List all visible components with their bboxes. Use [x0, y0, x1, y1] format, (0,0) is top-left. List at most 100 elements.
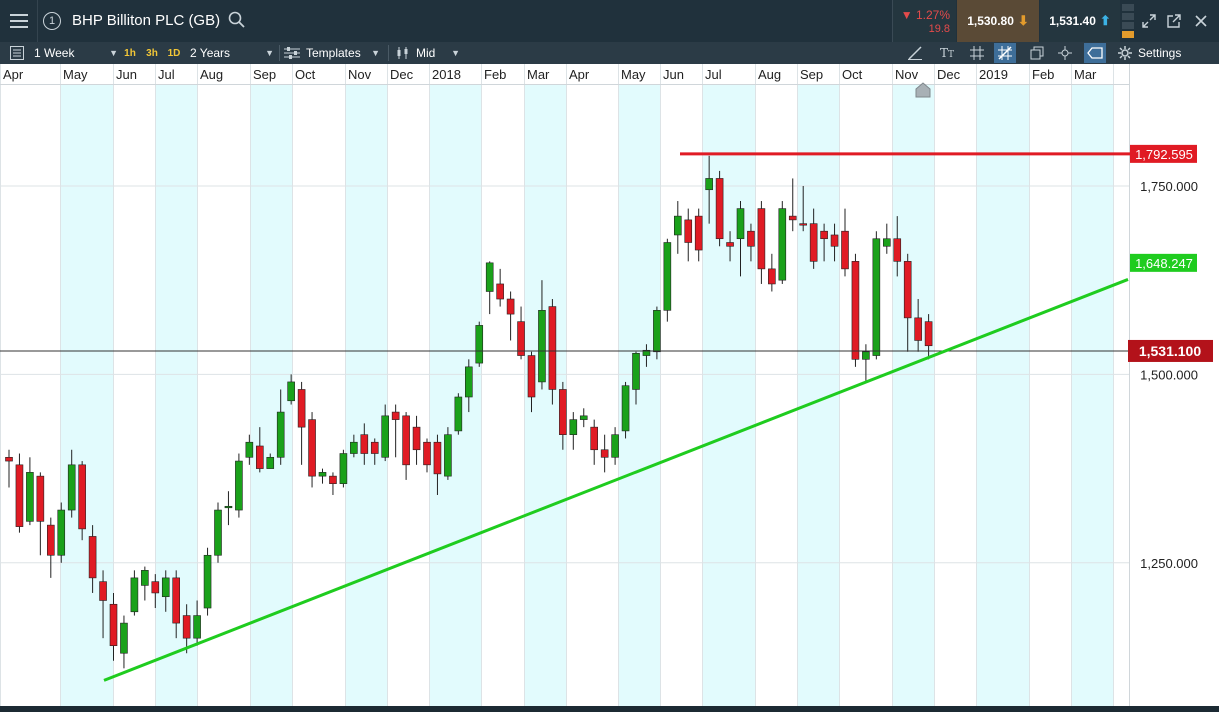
templates-label: Templates	[306, 46, 361, 60]
candle-up	[611, 427, 619, 465]
quick-1h-button[interactable]: 1h	[120, 44, 140, 62]
candle-body	[673, 215, 682, 236]
draw-line-icon[interactable]	[904, 43, 926, 63]
range-dropdown[interactable]: 2 Years ▼	[190, 42, 274, 64]
candle-down	[496, 268, 504, 307]
instrument-list-icon[interactable]	[6, 42, 28, 64]
candle-body	[621, 385, 630, 432]
candle-body	[350, 441, 358, 454]
candle-body	[579, 415, 588, 420]
candle-body	[161, 577, 170, 598]
candlestick-icon	[397, 47, 408, 59]
time-axis-label: Apr	[3, 67, 24, 82]
quick-1d-button[interactable]: 1D	[164, 44, 184, 62]
candle-body	[788, 215, 797, 221]
candle-up	[120, 615, 128, 669]
candle-body	[99, 581, 107, 601]
trendline-price-tag-text: 1,648.247	[1135, 256, 1193, 271]
candle-body	[402, 415, 410, 466]
candle-body	[464, 366, 473, 398]
candle-down	[402, 412, 410, 480]
candle-up	[26, 457, 34, 526]
time-axis-labels: Apr May Jun Jul Aug Sep Oct Nov Dec 2018 Feb Mar Apr…	[3, 67, 1097, 82]
current-price-tag: 1,531.100	[1128, 339, 1213, 362]
templates-dropdown[interactable]: Templates ▼	[284, 42, 380, 64]
candle-body	[851, 261, 860, 360]
candle-body	[809, 223, 818, 262]
popout-icon[interactable]	[1162, 0, 1186, 42]
candle-body	[182, 615, 191, 639]
time-axis-label: Oct	[842, 67, 863, 82]
search-icon[interactable]	[228, 11, 246, 29]
sell-price-button[interactable]: 1,530.80 ⬇	[957, 0, 1039, 42]
instrument-name[interactable]: BHP Billiton PLC (GB)	[72, 12, 220, 29]
candle-body	[433, 441, 442, 475]
candle-body	[203, 554, 212, 609]
time-axis-label: Aug	[758, 67, 781, 82]
time-axis-label: Aug	[200, 67, 223, 82]
candle-body	[255, 445, 264, 469]
candle-body	[360, 434, 369, 454]
period-dropdown[interactable]: 1 Week ▼	[34, 42, 118, 64]
maximize-icon[interactable]	[1138, 0, 1160, 42]
candle-body	[46, 524, 55, 556]
candle-down	[297, 381, 306, 465]
candle-body	[224, 505, 233, 509]
buy-price-button[interactable]: 1,531.40 ⬆	[1040, 0, 1120, 42]
grid-icon[interactable]	[966, 43, 988, 63]
time-axis-label: Nov	[348, 67, 372, 82]
candle-body	[120, 622, 128, 654]
time-axis-label: Dec	[390, 67, 414, 82]
candle-down	[5, 449, 13, 488]
candle-body	[903, 261, 912, 319]
candle-down	[506, 291, 515, 341]
chevron-down-icon: ▼	[109, 48, 118, 58]
candle-down	[329, 472, 337, 495]
change-percent: ▼ 1.27%	[900, 8, 950, 22]
price-type-label: Mid	[416, 46, 436, 60]
info-badge-icon[interactable]: 1	[38, 0, 66, 42]
templates-icon	[284, 47, 300, 59]
quick-3h-button[interactable]: 3h	[142, 44, 162, 62]
tag-icon[interactable]	[1084, 43, 1106, 63]
candle-body	[506, 298, 515, 315]
chevron-down-icon: ▼	[371, 48, 380, 58]
candle-up	[339, 449, 348, 488]
close-icon[interactable]	[1190, 0, 1212, 42]
candle-body	[757, 208, 766, 270]
time-axis-label: Oct	[295, 67, 316, 82]
candle-body	[276, 411, 285, 458]
candle-body	[141, 570, 149, 586]
settings-button[interactable]: Settings	[1118, 42, 1214, 64]
price-type-dropdown[interactable]: Mid ▼	[396, 42, 460, 64]
hamburger-menu-icon[interactable]	[0, 0, 38, 42]
crosshair-grid-icon[interactable]	[994, 43, 1016, 63]
candle-body	[193, 615, 201, 639]
chart-toolbar: 1 Week ▼ 1h 3h 1D 2 Years ▼ Templates ▼ …	[0, 42, 1219, 64]
candle-body	[214, 509, 222, 556]
down-arrow-icon: ⬇	[1017, 13, 1029, 28]
candle-body	[590, 426, 599, 451]
time-axis-label: 2018	[432, 67, 461, 82]
candle-body	[329, 475, 337, 484]
resistance-price-tag: 1,792.595	[1130, 144, 1197, 163]
chevron-down-icon: ▼	[265, 48, 274, 58]
price-chart[interactable]: Apr May Jun Jul Aug Sep Oct Nov Dec 2018 Feb Mar Apr…	[0, 64, 1219, 706]
candle-body	[820, 230, 828, 240]
toolbar-divider	[279, 45, 280, 61]
candle-body	[715, 178, 724, 240]
layers-icon[interactable]	[1026, 43, 1048, 63]
candle-body	[600, 449, 609, 458]
candle-down	[768, 253, 776, 292]
candle-body	[882, 238, 891, 247]
candle-body	[663, 242, 672, 311]
time-axis-label: Jun	[663, 67, 684, 82]
candle-up	[141, 566, 149, 601]
candle-down	[36, 472, 45, 556]
text-tool-icon[interactable]: TT	[936, 43, 958, 63]
candle-up	[872, 231, 881, 360]
candle-down	[684, 208, 693, 262]
time-axis-label: Jul	[158, 67, 175, 82]
crosshair-icon[interactable]	[1054, 43, 1076, 63]
month-bands	[60, 85, 1113, 706]
